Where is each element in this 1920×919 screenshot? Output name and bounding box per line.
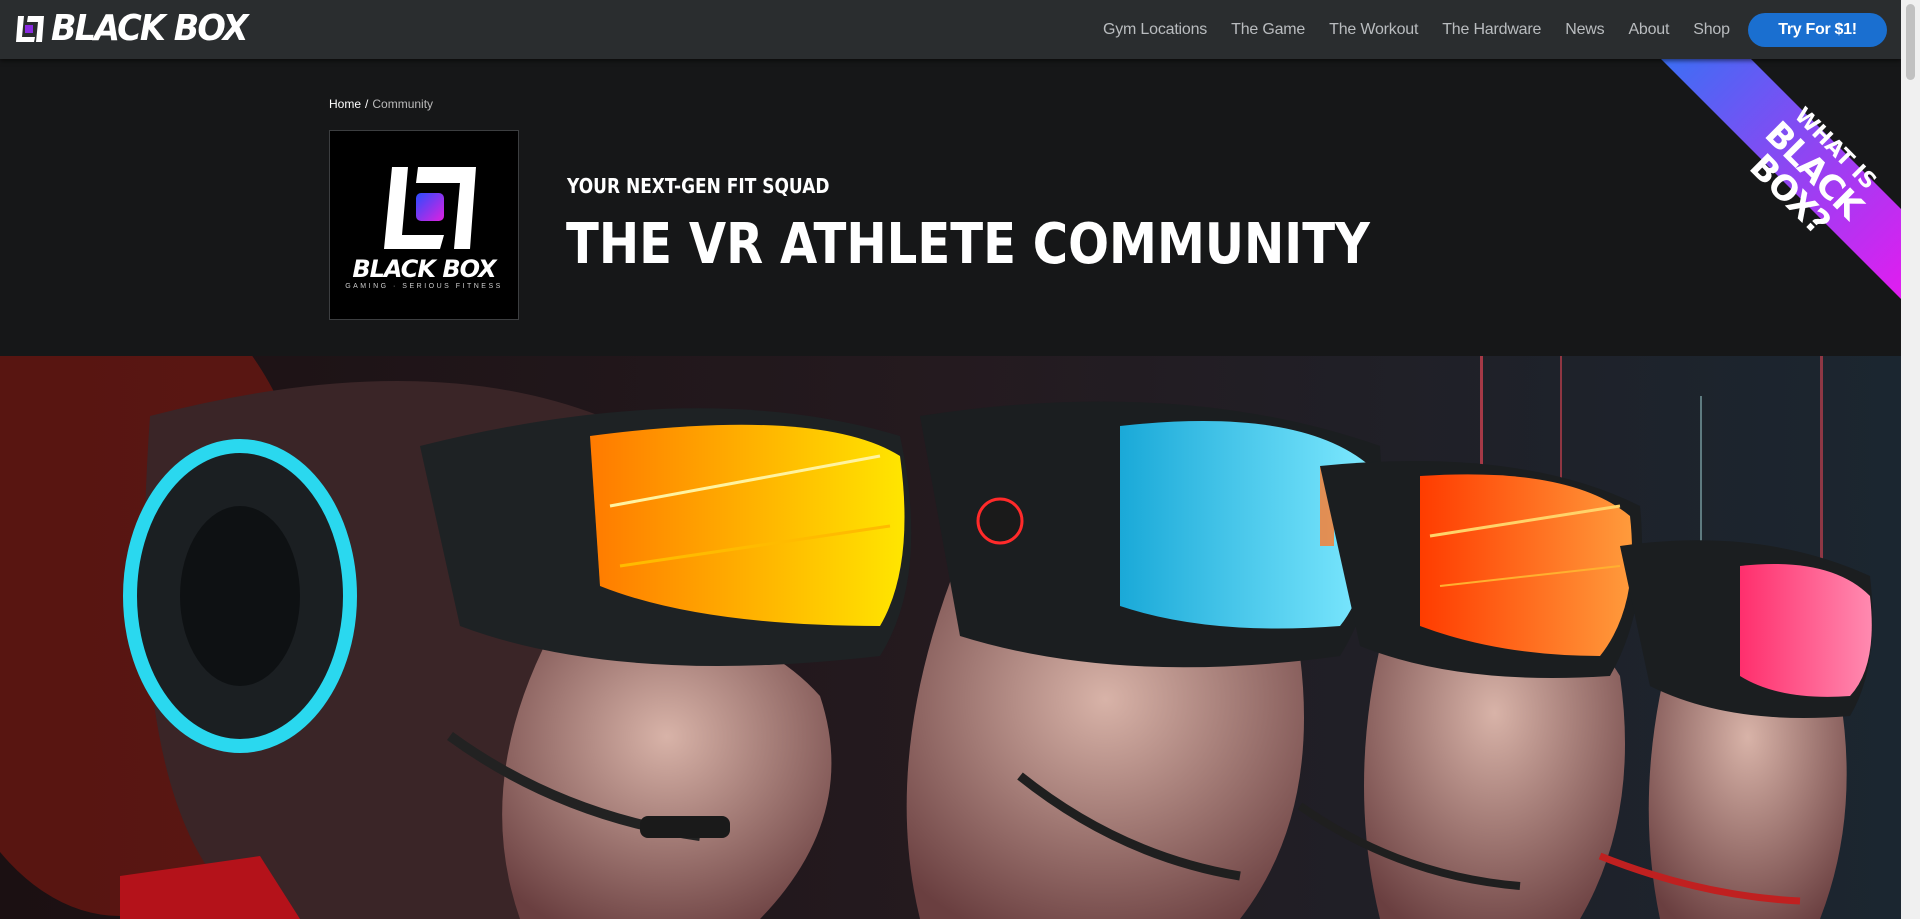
logo-tile-tagline: GAMING · SERIOUS FITNESS [345, 283, 503, 290]
brand-logo[interactable]: BLACK BOX [15, 11, 262, 47]
page-eyebrow: YOUR NEXT-GEN FIT SQUAD [567, 174, 830, 198]
nav-link-the-hardware[interactable]: The Hardware [1442, 21, 1541, 39]
nav-link-the-game[interactable]: The Game [1231, 21, 1305, 39]
try-for-1-button[interactable]: Try For $1! [1748, 13, 1887, 47]
nav-link-news[interactable]: News [1565, 21, 1604, 39]
nav-link-about[interactable]: About [1628, 21, 1669, 39]
vr-athletes-illustration [0, 356, 1901, 919]
breadcrumb: Home / Community [329, 97, 433, 111]
breadcrumb-current: Community [372, 97, 434, 111]
main-nav: Gym Locations The Game The Workout The H… [1103, 0, 1730, 59]
breadcrumb-separator: / [365, 97, 369, 111]
brand-name: BLACK BOX [51, 8, 249, 49]
page-title: THE VR ATHLETE COMMUNITY [566, 212, 1370, 277]
nav-link-gym-locations[interactable]: Gym Locations [1103, 21, 1207, 39]
community-logo-tile: BLACK BOX GAMING · SERIOUS FITNESS [329, 130, 519, 320]
logo-tile-brand: BLACK BOX [352, 255, 496, 283]
nav-link-the-workout[interactable]: The Workout [1329, 21, 1418, 39]
black-box-logo-icon [384, 167, 476, 249]
nav-link-shop[interactable]: Shop [1693, 21, 1730, 39]
page-scrollbar[interactable] [1901, 0, 1920, 919]
scrollbar-thumb[interactable] [1906, 4, 1915, 80]
hero-image-vr-athletes [0, 356, 1901, 919]
top-navbar: BLACK BOX Gym Locations The Game The Wor… [0, 0, 1901, 59]
black-box-logo-icon [16, 16, 44, 42]
breadcrumb-home-link[interactable]: Home [329, 97, 361, 111]
